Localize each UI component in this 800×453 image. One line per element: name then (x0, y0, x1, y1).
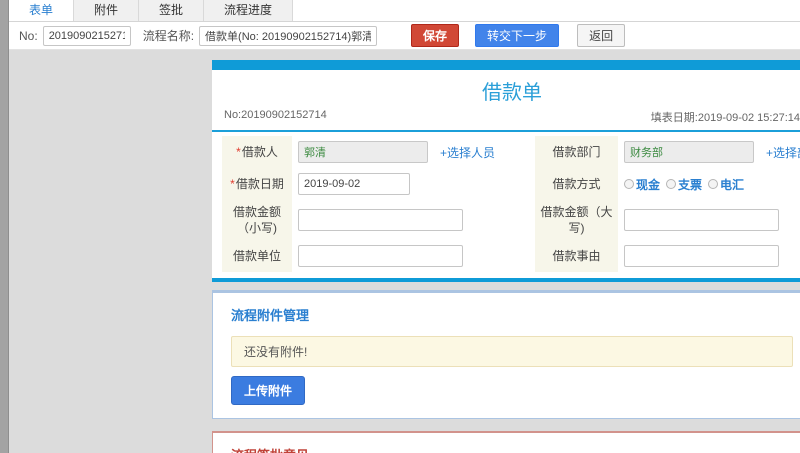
left-sidebar-edge (0, 0, 9, 453)
workspace: 借款单 No:20190902152714 填表日期:2019-09-02 15… (9, 50, 800, 453)
process-name-input[interactable] (199, 25, 378, 46)
required-mark: * (236, 145, 241, 159)
amount-lowercase-input[interactable] (298, 209, 463, 231)
app-window: 表单 附件 签批 流程进度 No: 流程名称: 保存 转交下一步 返回 借款单 … (0, 0, 800, 453)
loan-date-input[interactable] (298, 173, 410, 195)
form-no-text: No:20190902152714 (224, 109, 327, 121)
loan-form-grid: *借款人 +选择人员 借款部门 +选择部门 *借款日期 (212, 132, 800, 278)
tab-progress[interactable]: 流程进度 (204, 0, 294, 21)
no-input[interactable] (42, 25, 131, 46)
loan-date-label: * 借款日期 (222, 168, 292, 200)
department-label: 借款部门 (535, 136, 618, 168)
borrower-input (298, 141, 428, 163)
loan-unit-label: 借款单位 (222, 240, 292, 272)
form-date-text: 填表日期:2019-09-02 15:27:14 (650, 112, 800, 124)
loan-reason-label: 借款事由 (535, 240, 618, 272)
tab-approval[interactable]: 签批 (139, 0, 205, 21)
action-toolbar: No: 流程名称: 保存 转交下一步 返回 (9, 22, 800, 50)
process-name-label: 流程名称: (142, 29, 195, 43)
amount-uppercase-input[interactable] (624, 209, 779, 231)
approval-panel: 流程签批意见 BIabcA∞∞⚑1≡•≡⇤⇥”样式▾格式▾ (212, 431, 800, 453)
radio-button-icon (666, 179, 677, 189)
tab-form[interactable]: 表单 (9, 0, 75, 21)
radio-button-icon (624, 179, 634, 189)
approval-heading: 流程签批意见 (213, 433, 800, 453)
panel-bottom-bar (212, 278, 800, 282)
back-button[interactable]: 返回 (577, 24, 626, 47)
next-step-button[interactable]: 转交下一步 (475, 24, 560, 47)
method-cash-radio[interactable]: 现金 (624, 176, 660, 193)
loan-reason-input[interactable] (624, 245, 779, 267)
select-department-link[interactable]: +选择部门 (766, 144, 800, 161)
amount-uppercase-label: 借款金额（大写) (535, 200, 618, 240)
loan-unit-input[interactable] (298, 245, 463, 267)
attachments-panel: 流程附件管理 还没有附件! 上传附件 (212, 290, 800, 419)
amount-lowercase-label: 借款金额（小写) (222, 200, 292, 240)
panel-top-bar (212, 60, 800, 70)
form-title: 借款单 (482, 82, 542, 104)
required-mark: * (230, 177, 235, 191)
attachments-heading: 流程附件管理 (231, 308, 310, 323)
select-person-link[interactable]: +选择人员 (440, 144, 495, 161)
method-wire-radio[interactable]: 电汇 (708, 176, 744, 193)
tab-bar: 表单 附件 签批 流程进度 (9, 0, 800, 22)
upload-attachment-button[interactable]: 上传附件 (231, 376, 306, 405)
borrower-label: * 借款人 (222, 136, 292, 168)
department-input (624, 141, 754, 163)
loan-method-label: 借款方式 (535, 168, 618, 200)
save-button[interactable]: 保存 (411, 24, 460, 47)
loan-form-panel: 借款单 No:20190902152714 填表日期:2019-09-02 15… (212, 60, 800, 282)
tab-attachments[interactable]: 附件 (74, 0, 140, 21)
no-attachments-alert: 还没有附件! (231, 336, 793, 367)
radio-button-icon (708, 179, 719, 189)
no-label: No: (19, 28, 38, 43)
method-cheque-radio[interactable]: 支票 (666, 176, 702, 193)
